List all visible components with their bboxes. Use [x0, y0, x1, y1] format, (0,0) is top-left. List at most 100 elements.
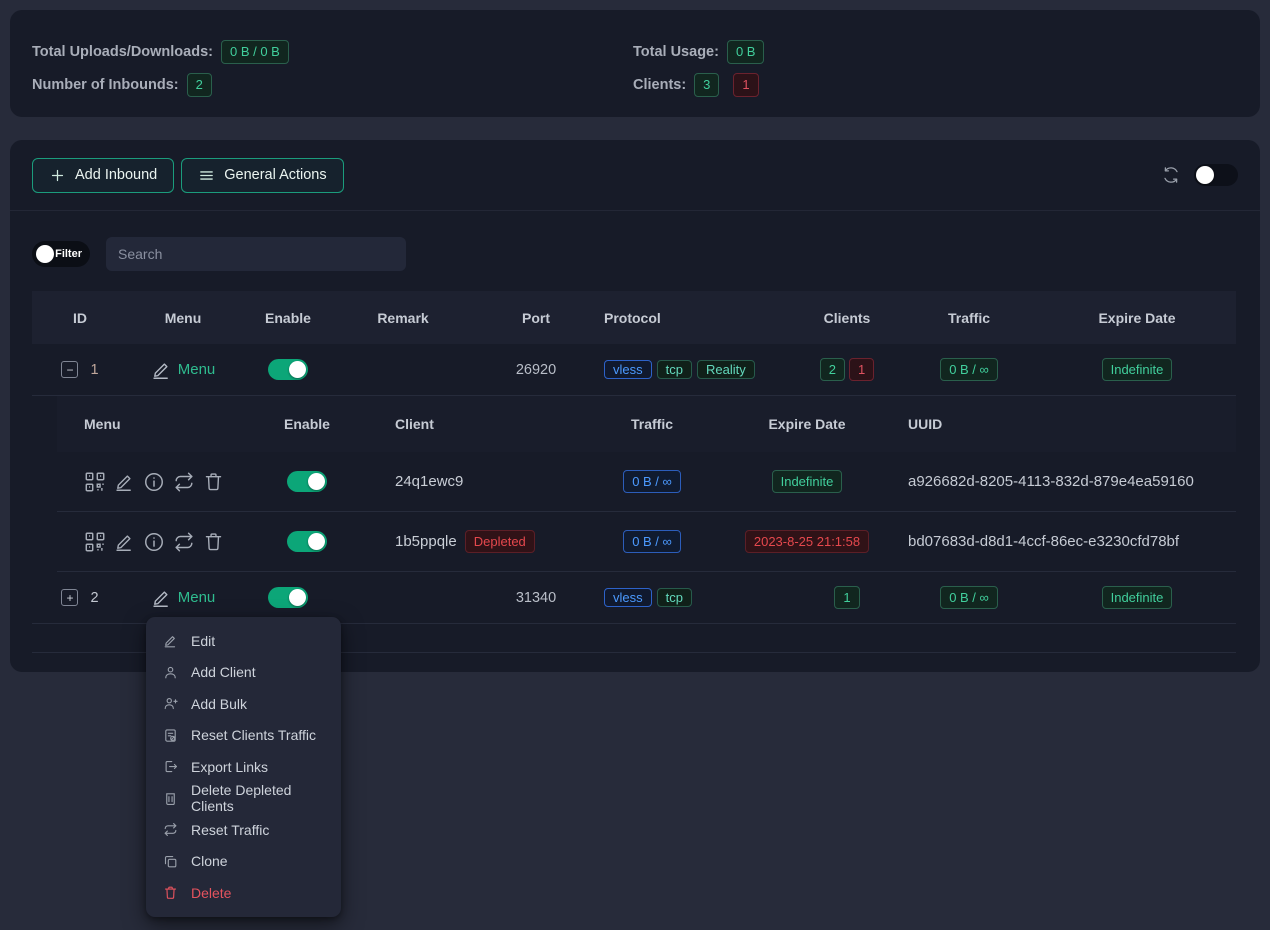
- menu-item-add-bulk[interactable]: Add Bulk: [146, 688, 341, 720]
- add-inbound-button[interactable]: Add Inbound: [32, 158, 174, 193]
- filter-toggle-knob: [36, 245, 54, 263]
- menu-item-label: Delete: [191, 885, 231, 901]
- toolbar: Add Inbound General Actions: [10, 140, 1260, 211]
- delete-client-icon[interactable]: [203, 531, 224, 552]
- clients-active-badge: 3: [694, 73, 719, 97]
- inbound-enable-toggle[interactable]: [268, 359, 308, 380]
- cell-expire: Indefinite: [1038, 586, 1236, 610]
- menu-item-edit[interactable]: Edit: [146, 625, 341, 657]
- toggle-knob: [308, 473, 325, 490]
- toggle-knob: [1196, 166, 1214, 184]
- client-enable: [257, 471, 357, 492]
- reset-traffic-icon[interactable]: [173, 531, 195, 553]
- menu-item-delete-depleted-clients[interactable]: Delete Depleted Clients: [146, 783, 341, 815]
- header-id: ID: [32, 310, 128, 326]
- clipboard-reset-icon: [163, 728, 178, 743]
- cell-traffic: 0 B / ∞: [900, 586, 1038, 610]
- clients-label: Clients:: [633, 77, 686, 93]
- menu-item-clone[interactable]: Clone: [146, 846, 341, 878]
- reset-traffic-icon[interactable]: [173, 471, 195, 493]
- menu-item-export-links[interactable]: Export Links: [146, 751, 341, 783]
- menu-item-label: Add Bulk: [191, 696, 247, 712]
- traffic-badge: 0 B / ∞: [940, 358, 998, 382]
- menu-item-label: Clone: [191, 853, 228, 869]
- expand-row-button[interactable]: +: [61, 589, 78, 606]
- general-actions-button[interactable]: General Actions: [181, 158, 343, 193]
- inbound-enable-toggle[interactable]: [268, 587, 308, 608]
- client-uuid: bd07683d-d8d1-4ccf-86ec-e3230cfd78bf: [908, 533, 1179, 550]
- edit-client-icon[interactable]: [114, 471, 135, 492]
- menu-item-label: Delete Depleted Clients: [191, 782, 324, 814]
- qr-code-icon[interactable]: [84, 531, 106, 553]
- delete-client-icon[interactable]: [203, 471, 224, 492]
- cell-enable: [238, 359, 338, 380]
- client-expire-badge: 2023-8-25 21:1:58: [745, 530, 869, 554]
- header-traffic: Traffic: [900, 310, 1038, 326]
- menu-item-reset-clients-traffic[interactable]: Reset Clients Traffic: [146, 720, 341, 752]
- protocol-tag-tcp: tcp: [657, 588, 692, 607]
- menu-item-label: Export Links: [191, 759, 268, 775]
- cell-menu: Menu: [128, 587, 238, 608]
- cell-clients: 2 1: [794, 358, 900, 382]
- user-icon: [163, 665, 178, 680]
- protocol-tag-reality: Reality: [697, 360, 755, 379]
- stat-uploads-downloads: Total Uploads/Downloads: 0 B / 0 B: [32, 40, 289, 64]
- menu-item-reset-traffic[interactable]: Reset Traffic: [146, 814, 341, 846]
- header-client: Client: [357, 416, 577, 432]
- dark-mode-toggle[interactable]: [1194, 164, 1238, 186]
- row-menu-label: Menu: [178, 589, 216, 606]
- filter-label: Filter: [55, 248, 82, 260]
- clients-subtable: Menu Enable Client Traffic Expire Date U…: [57, 396, 1236, 572]
- client-expire-cell: Indefinite: [727, 470, 887, 494]
- client-actions: [57, 471, 257, 493]
- row-menu-button[interactable]: Menu: [151, 359, 216, 380]
- stat-clients: Clients: 3 1: [633, 73, 764, 97]
- client-uuid-cell: a926682d-8205-4113-832d-879e4ea59160: [887, 473, 1236, 490]
- filter-row: Filter: [32, 237, 1238, 271]
- cell-port: 26920: [468, 362, 604, 378]
- client-enable-toggle[interactable]: [287, 531, 327, 552]
- row-menu-button[interactable]: Menu: [151, 587, 216, 608]
- header-remark: Remark: [338, 310, 468, 326]
- clients-active-badge: 1: [834, 586, 859, 610]
- edit-client-icon[interactable]: [114, 531, 135, 552]
- usage-label: Total Usage:: [633, 44, 719, 60]
- search-input[interactable]: [106, 237, 406, 271]
- menu-item-label: Reset Clients Traffic: [191, 727, 316, 743]
- port-value: 31340: [516, 590, 556, 606]
- client-traffic-badge: 0 B / ∞: [623, 530, 681, 554]
- header-expire-date: Expire Date: [1038, 310, 1236, 326]
- collapse-row-button[interactable]: −: [61, 361, 78, 378]
- menu-item-add-client[interactable]: Add Client: [146, 657, 341, 689]
- menu-item-label: Reset Traffic: [191, 822, 269, 838]
- header-expire-date: Expire Date: [727, 416, 887, 432]
- uploads-value-badge: 0 B / 0 B: [221, 40, 289, 64]
- header-menu: Menu: [57, 416, 257, 432]
- clients-depleted-badge: 1: [733, 73, 758, 97]
- table-section: Filter ID Menu Enable Remark Port Protoc…: [10, 237, 1260, 653]
- client-name-cell: 24q1ewc9: [357, 473, 577, 490]
- cell-menu: Menu: [128, 359, 238, 380]
- stats-card: Total Uploads/Downloads: 0 B / 0 B Numbe…: [10, 10, 1260, 117]
- filter-toggle[interactable]: Filter: [32, 241, 90, 267]
- info-icon[interactable]: [143, 531, 165, 553]
- client-enable: [257, 531, 357, 552]
- depleted-badge: Depleted: [465, 530, 535, 554]
- client-enable-toggle[interactable]: [287, 471, 327, 492]
- refresh-icon[interactable]: [1162, 166, 1180, 184]
- client-actions: [57, 531, 257, 553]
- edit-pencil-icon: [151, 587, 172, 608]
- cell-expire: Indefinite: [1038, 358, 1236, 382]
- expire-badge: Indefinite: [1102, 586, 1173, 610]
- client-traffic-cell: 0 B / ∞: [577, 530, 727, 554]
- inbounds-count-label: Number of Inbounds:: [32, 77, 179, 93]
- toggle-knob: [289, 589, 306, 606]
- inbounds-card: Add Inbound General Actions Filter: [10, 140, 1260, 672]
- client-expire-cell: 2023-8-25 21:1:58: [727, 530, 887, 554]
- add-inbound-label: Add Inbound: [75, 167, 157, 183]
- info-icon[interactable]: [143, 471, 165, 493]
- menu-item-delete[interactable]: Delete: [146, 877, 341, 909]
- cell-protocol: vless tcp Reality: [604, 360, 794, 379]
- protocol-tag-tcp: tcp: [657, 360, 692, 379]
- qr-code-icon[interactable]: [84, 471, 106, 493]
